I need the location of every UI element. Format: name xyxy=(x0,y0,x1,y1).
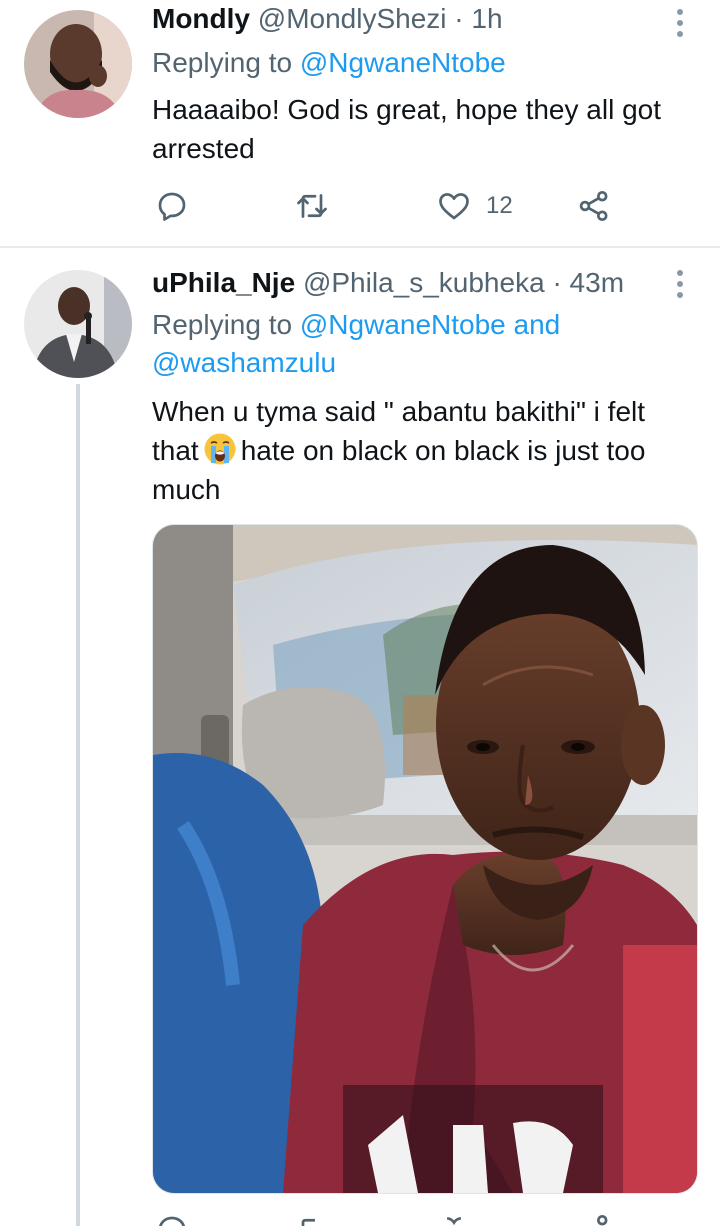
retweet-button[interactable] xyxy=(294,188,330,224)
tweet-header: Mondly @MondlyShezi · 1h xyxy=(152,2,503,36)
heart-icon xyxy=(439,193,469,220)
mention-link[interactable]: @NgwaneNtobe xyxy=(300,309,506,340)
more-options-icon[interactable] xyxy=(672,9,688,37)
text-fragment: that xyxy=(152,435,199,466)
replying-to: Replying to @NgwaneNtobe xyxy=(152,46,506,80)
tweet-mondly[interactable]: Mondly @MondlyShezi · 1h Replying to @Ng… xyxy=(0,0,720,245)
replying-prefix: Replying to xyxy=(152,47,293,78)
tweet-photo[interactable] xyxy=(152,524,698,1194)
reply-button[interactable] xyxy=(154,188,190,224)
replying-to: Replying to @NgwaneNtobe and @washamzulu xyxy=(152,308,692,380)
text-fragment: hate on black on black is just too xyxy=(240,435,646,466)
reply-icon xyxy=(158,192,186,221)
tweet-text-line: arrested xyxy=(152,133,255,164)
share-button[interactable] xyxy=(576,188,612,224)
tweet-header: uPhila_Nje @Phila_s_kubheka · 43m xyxy=(152,266,624,300)
tweet-text-line: much xyxy=(152,474,221,505)
tweet-text-line: that hate on black on black is just too xyxy=(152,431,712,470)
tweet-actions: 12 xyxy=(152,188,712,228)
user-handle[interactable]: @Phila_s_kubheka xyxy=(303,267,545,298)
separator-dot: · xyxy=(454,3,464,34)
replying-and: and xyxy=(513,309,561,340)
loudly-crying-face-emoji xyxy=(203,432,237,466)
tweet-text-line: Haaaaibo! God is great, hope they all go… xyxy=(152,94,662,125)
more-options-icon[interactable] xyxy=(672,270,688,298)
mention-link[interactable]: @washamzulu xyxy=(152,347,336,378)
like-button[interactable]: 12 xyxy=(436,188,513,224)
like-count: 12 xyxy=(486,192,513,219)
timestamp[interactable]: 1h xyxy=(471,3,502,34)
user-handle[interactable]: @MondlyShezi xyxy=(258,3,447,34)
share-icon[interactable] xyxy=(576,1212,612,1226)
reply-icon[interactable] xyxy=(154,1212,190,1226)
mention-link[interactable]: @NgwaneNtobe xyxy=(300,47,506,78)
tweet-text: Haaaaibo! God is great, hope they all go… xyxy=(152,90,712,168)
thread-line xyxy=(76,384,80,1226)
separator-dot: · xyxy=(552,267,562,298)
display-name[interactable]: Mondly xyxy=(152,3,250,34)
share-icon xyxy=(579,191,608,221)
avatar[interactable] xyxy=(24,10,132,118)
retweet-icon[interactable] xyxy=(294,1212,330,1226)
tweet-text: When u tyma said " abantu bakithi" i fel… xyxy=(152,392,712,509)
tweet-text-line: When u tyma said " abantu bakithi" i fel… xyxy=(152,396,646,427)
avatar[interactable] xyxy=(24,270,132,378)
retweet-icon xyxy=(297,194,327,218)
tweet-actions-partial xyxy=(152,1212,712,1226)
heart-icon[interactable] xyxy=(436,1212,472,1226)
replying-prefix: Replying to xyxy=(152,309,293,340)
display-name[interactable]: uPhila_Nje xyxy=(152,267,295,298)
photo-image xyxy=(153,525,697,1193)
timestamp[interactable]: 43m xyxy=(570,267,624,298)
